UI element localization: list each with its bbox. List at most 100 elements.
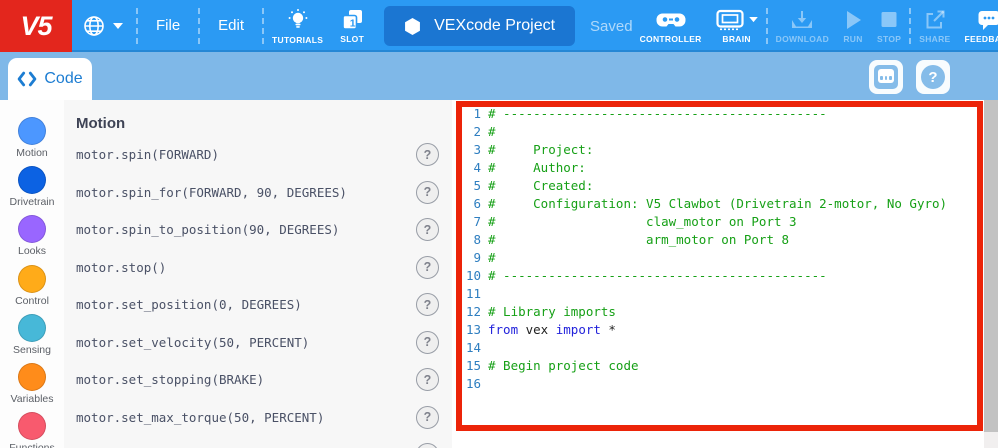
line-number: 11 (452, 285, 488, 303)
command-text[interactable]: motor.set_stopping(BRAKE) (76, 372, 264, 387)
sidebar-item-drivetrain[interactable]: Drivetrain (0, 162, 64, 211)
command-help-button[interactable]: ? (416, 256, 439, 279)
line-text: # Library imports (488, 303, 616, 321)
menu-edit[interactable]: Edit (201, 0, 261, 52)
brain-button[interactable]: BRAIN (709, 0, 765, 52)
command-row: motor.spin_to_position(90, DEGREES)? (64, 211, 452, 249)
sidebar-item-motion[interactable]: Motion (0, 113, 64, 162)
command-help-button[interactable]: ? (416, 406, 439, 429)
category-color-dot (18, 314, 46, 342)
controller-button[interactable]: CONTROLLER (633, 0, 709, 52)
category-label: Looks (18, 245, 46, 257)
saved-status: Saved (590, 18, 633, 35)
svg-text:1: 1 (349, 17, 355, 29)
line-text: # Created: (488, 177, 593, 195)
sidebar-item-looks[interactable]: Looks (0, 211, 64, 260)
category-label: Sensing (13, 344, 51, 356)
tutorials-button[interactable]: TUTORIALS (265, 0, 330, 52)
category-label: Drivetrain (10, 196, 55, 208)
category-label: Variables (11, 393, 54, 405)
code-line: 10# ------------------------------------… (452, 267, 947, 285)
code-line: 7# claw_motor on Port 3 (452, 213, 947, 231)
line-text: # Project: (488, 141, 593, 159)
project-name: VEXcode Project (434, 17, 555, 35)
action-separator (766, 8, 768, 44)
slot-button[interactable]: 1 SLOT (330, 0, 374, 52)
sidebar-item-functions[interactable]: Functions (0, 408, 64, 448)
device-info-button[interactable] (869, 60, 903, 94)
sidebar-item-control[interactable]: Control (0, 261, 64, 310)
command-text[interactable]: motor.set_position(0, DEGREES) (76, 297, 302, 312)
line-text: # arm_motor on Port 8 (488, 231, 789, 249)
command-help-button[interactable]: ? (416, 218, 439, 241)
code-line: 3# Project: (452, 141, 947, 159)
code-brackets-icon (17, 71, 37, 87)
category-label: Motion (16, 147, 48, 159)
code-editor[interactable]: 1 # -------------------------------------… (452, 100, 984, 448)
line-number: 12 (452, 303, 488, 321)
command-text[interactable]: motor.stop() (76, 260, 166, 275)
command-row: motor.spin_for(FORWARD, 90, DEGREES)? (64, 174, 452, 212)
code-lines: 1 # -------------------------------------… (452, 105, 947, 393)
slot-label: SLOT (340, 34, 364, 44)
vexcode-window: V5 File Edit (0, 0, 998, 448)
help-button[interactable]: ? (916, 60, 950, 94)
command-text[interactable]: motor.set_velocity(50, PERCENT) (76, 335, 309, 350)
category-color-dot (18, 215, 46, 243)
category-color-dot (18, 166, 46, 194)
help-icon: ? (921, 65, 945, 89)
code-line: 9# (452, 249, 947, 267)
download-label: DOWNLOAD (776, 34, 829, 44)
line-number: 15 (452, 357, 488, 375)
line-text: # Author: (488, 159, 586, 177)
lightbulb-icon (286, 8, 310, 32)
tab-code[interactable]: Code (8, 58, 92, 100)
code-line: 8# arm_motor on Port 8 (452, 231, 947, 249)
feedback-button[interactable]: FEEDBACK (958, 0, 998, 52)
sidebar-item-sensing[interactable]: Sensing (0, 310, 64, 359)
command-text[interactable]: motor.set_max_torque(50, PERCENT) (76, 410, 324, 425)
category-sidebar: Motion Drivetrain Looks Control Sensing Varia… (0, 100, 64, 448)
brain-icon (716, 9, 744, 31)
line-number: 1 (452, 105, 488, 123)
line-number: 10 (452, 267, 488, 285)
menu-file[interactable]: File (139, 0, 197, 52)
line-number: 3 (452, 141, 488, 159)
command-text[interactable]: motor.spin(FORWARD) (76, 147, 219, 162)
code-line: 4# Author: (452, 159, 947, 177)
category-color-dot (18, 412, 46, 440)
command-help-button[interactable]: ? (416, 368, 439, 391)
slot-icon: 1 (341, 9, 364, 31)
main-content: Motion Drivetrain Looks Control Sensing Varia… (0, 100, 998, 448)
line-text: # --------------------------------------… (488, 267, 827, 285)
line-number: 4 (452, 159, 488, 177)
command-help-button[interactable]: ? (416, 143, 439, 166)
sidebar-item-variables[interactable]: Variables (0, 359, 64, 408)
download-button[interactable]: DOWNLOAD (769, 0, 836, 52)
command-text[interactable]: motor.spin_to_position(90, DEGREES) (76, 222, 339, 237)
action-separator (909, 8, 911, 44)
command-row: motor.set_max_torque(50, PERCENT)? (64, 399, 452, 437)
code-line: 14 (452, 339, 947, 357)
command-help-button[interactable]: ? (416, 443, 439, 448)
category-label: Control (15, 295, 49, 307)
run-button[interactable]: RUN (836, 0, 870, 52)
line-text: # Begin project code (488, 357, 639, 375)
scrollbar-thumb[interactable] (984, 100, 998, 432)
share-button[interactable]: SHARE (912, 0, 957, 52)
command-help-button[interactable]: ? (416, 293, 439, 316)
controller-icon (656, 9, 686, 31)
feedback-label: FEEDBACK (965, 34, 998, 44)
menu-separator (136, 8, 138, 44)
command-row: motor.spin(FORWARD)? (64, 136, 452, 174)
language-menu[interactable] (72, 0, 135, 52)
command-help-button[interactable]: ? (416, 331, 439, 354)
category-color-dot (18, 363, 46, 391)
stop-button[interactable]: STOP (870, 0, 908, 52)
project-name-button[interactable]: VEXcode Project (384, 6, 575, 46)
line-number: 14 (452, 339, 488, 357)
command-help-button[interactable]: ? (416, 181, 439, 204)
stop-icon (879, 9, 899, 31)
editor-scrollbar[interactable] (984, 100, 998, 448)
command-text[interactable]: motor.spin_for(FORWARD, 90, DEGREES) (76, 185, 347, 200)
